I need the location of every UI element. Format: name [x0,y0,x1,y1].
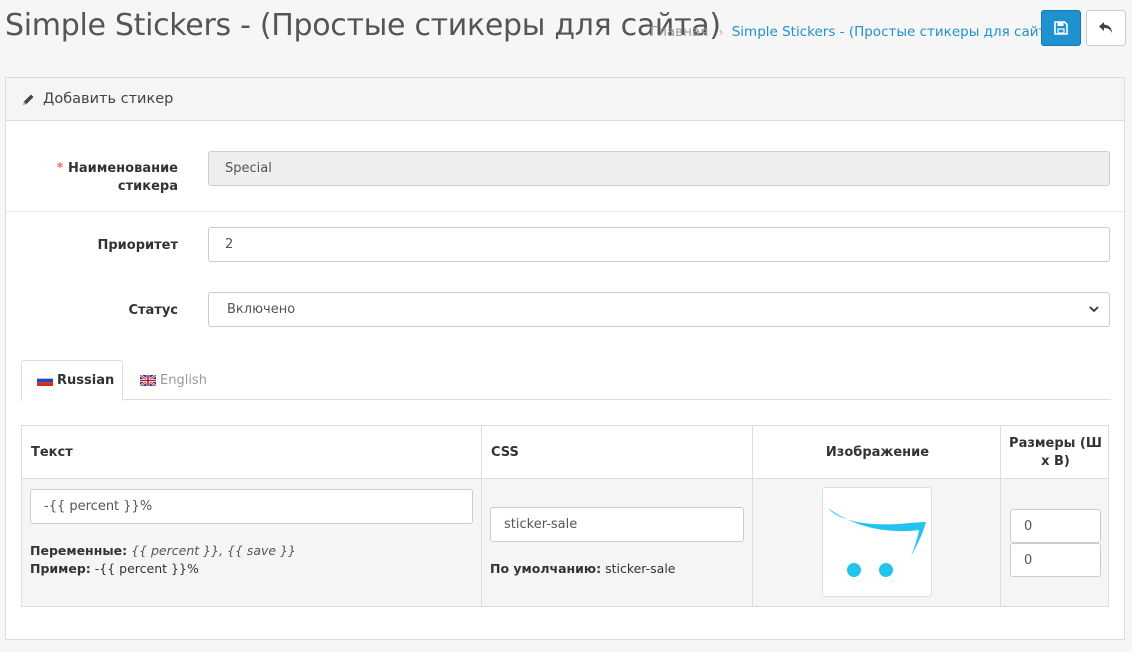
variables-label: Переменные: [30,543,128,558]
example-value: -{{ percent }}% [94,561,199,576]
status-value: Включено [227,302,296,317]
priority-value: 2 [225,237,234,252]
sticker-name-value: Special [225,161,272,176]
tab-russian[interactable]: Russian [21,360,123,401]
status-select[interactable]: Включено [208,292,1110,327]
sticker-text-value: -{{ percent }}% [44,499,153,514]
form-divider [6,211,1124,212]
pencil-icon [23,94,34,105]
css-default-help: По умолчанию: sticker-sale [490,560,676,578]
example-label: Пример: [30,561,91,576]
css-default-label: По умолчанию: [490,561,602,576]
save-icon [1054,21,1068,35]
width-value: 0 [1024,518,1033,534]
back-button[interactable] [1086,10,1126,46]
panel-title: Добавить стикер [43,91,174,107]
sticker-name-label: * Наименование стикера [6,160,178,196]
russia-flag-icon [37,375,53,386]
css-default-value: sticker-sale [605,561,676,576]
save-button[interactable] [1041,10,1081,46]
chevron-down-icon [1089,306,1099,313]
variables-value: {{ percent }}, {{ save }} [131,543,296,558]
cart-logo-icon [828,508,926,577]
tab-english[interactable]: English [140,360,207,400]
priority-input[interactable]: 2 [208,227,1110,262]
sticker-image-thumbnail[interactable] [822,487,932,597]
header-css: CSS [491,445,519,460]
priority-label: Приоритет [97,238,178,253]
height-value: 0 [1024,552,1033,568]
breadcrumb-current-link[interactable]: Simple Stickers - (Простые стикеры для с… [732,24,1060,40]
breadcrumb-home-link[interactable]: Главная [650,24,708,40]
page-title: Simple Stickers - (Простые стикеры для с… [5,8,721,43]
width-input[interactable]: 0 [1010,509,1101,543]
breadcrumb: Главная › Simple Stickers - (Простые сти… [650,24,1060,40]
sticker-name-label-line2: стикера [117,179,178,194]
header-size: Размеры (Ш х В) [1002,435,1109,471]
variables-help: Переменные: {{ percent }}, {{ save }} Пр… [30,542,296,578]
column-divider [481,426,482,606]
header-image: Изображение [825,445,930,460]
reply-icon [1099,22,1112,33]
css-class-value: sticker-sale [504,517,578,532]
status-label: Статус [128,303,178,318]
tab-russian-label: Russian [57,373,115,388]
css-class-input[interactable]: sticker-sale [490,507,744,542]
header-size-line1: Размеры (Ш [1009,436,1102,451]
sticker-name-label-line1: Наименование [67,161,178,176]
breadcrumb-separator: › [718,25,724,39]
add-sticker-panel: Добавить стикер * Наименование стикера S… [5,77,1125,640]
header-size-line2: х В) [1041,454,1070,469]
sticker-text-input[interactable]: -{{ percent }}% [30,489,473,524]
column-divider [752,426,753,606]
sticker-name-input[interactable]: Special [208,151,1110,186]
sticker-table: Текст CSS Изображение Размеры (Ш х В) -{… [21,425,1109,607]
required-mark: * [56,161,64,176]
tab-english-label: English [160,372,207,388]
panel-heading: Добавить стикер [6,78,1124,121]
language-tabs: Russian English [21,360,1111,401]
column-divider [1000,426,1001,606]
header-text: Текст [31,445,73,460]
height-input[interactable]: 0 [1010,543,1101,577]
table-header-row: Текст CSS Изображение Размеры (Ш х В) [22,426,1108,479]
uk-flag-icon [140,374,156,386]
